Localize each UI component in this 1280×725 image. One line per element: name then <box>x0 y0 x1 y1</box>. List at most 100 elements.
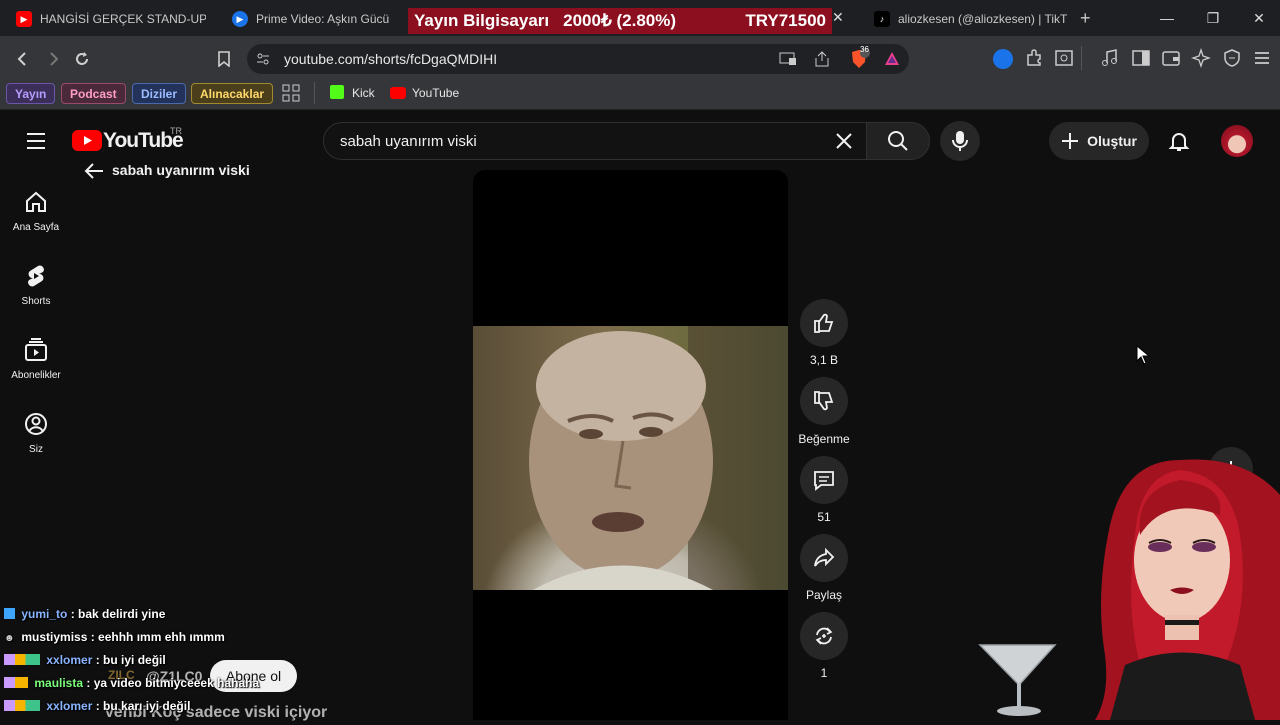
bookmark-folder[interactable]: Diziler <box>132 83 187 104</box>
remix-count: 1 <box>820 666 828 680</box>
shields-count-badge: 36 <box>860 45 869 54</box>
chat-badge-icon <box>4 654 40 665</box>
create-button[interactable]: Oluştur <box>1049 122 1149 160</box>
home-icon <box>26 191 46 212</box>
cast-icon[interactable] <box>779 51 797 67</box>
url-text[interactable]: youtube.com/shorts/fcDgaQMDIHI <box>284 51 497 67</box>
search-query-label[interactable]: sabah uyanırım viski <box>112 162 250 178</box>
bookmark-kick[interactable]: Kick <box>352 86 375 100</box>
address-bar[interactable]: youtube.com/shorts/fcDgaQMDIHI 36 <box>247 44 909 74</box>
remix-button[interactable] <box>800 612 848 660</box>
chat-message: xxlomer : bu iyi değil <box>4 653 166 667</box>
minimize-icon[interactable]: — <box>1144 8 1190 28</box>
like-count: 3,1 B <box>809 353 839 367</box>
hamburger-menu-icon[interactable] <box>26 132 46 150</box>
chat-badge-icon <box>4 677 28 688</box>
thumbs-up-icon <box>814 313 834 333</box>
bookmarks-divider <box>314 82 315 104</box>
new-tab-icon[interactable]: + <box>1080 8 1100 28</box>
chat-badge-icon <box>4 700 40 711</box>
like-button[interactable] <box>800 299 848 347</box>
forward-icon[interactable] <box>42 48 64 70</box>
menu-icon[interactable] <box>1252 48 1272 68</box>
share-arrow-icon <box>814 547 835 567</box>
shazam-extension-icon[interactable] <box>993 49 1013 69</box>
leo-ai-icon[interactable] <box>1190 47 1212 69</box>
vpn-icon[interactable] <box>1222 48 1242 68</box>
bookmark-youtube[interactable]: YouTube <box>412 86 459 100</box>
chat-username: xxlomer <box>46 653 93 667</box>
close-tab-icon[interactable]: ✕ <box>832 9 848 29</box>
clear-search-icon[interactable] <box>834 131 854 151</box>
chat-badge-icon: ☻ <box>4 633 15 644</box>
share-page-icon[interactable] <box>813 50 831 68</box>
comment-count: 51 <box>817 510 831 524</box>
restore-icon[interactable]: ❐ <box>1190 8 1236 28</box>
wallet-icon[interactable] <box>1161 48 1181 68</box>
tab-title: HANGİSİ GERÇEK STAND-UP K <box>40 12 206 26</box>
youtube-favicon-icon: ▶ <box>16 11 32 27</box>
reload-icon[interactable] <box>71 48 93 70</box>
video-frame[interactable] <box>473 326 788 590</box>
browser-tab[interactable]: ▶ HANGİSİ GERÇEK STAND-UP K <box>6 6 206 32</box>
dislike-button[interactable] <box>800 377 848 425</box>
chat-text: : eehhh ımm ehh ımmm <box>90 630 225 644</box>
chat-message: yumi_to : bak delirdi yine <box>4 607 165 621</box>
chat-message: ☻ mustiymiss : eehhh ımm ehh ımmm <box>4 630 225 644</box>
chat-text: : bu iyi değil <box>95 653 166 667</box>
thumbs-down-icon <box>814 391 834 411</box>
back-icon[interactable] <box>12 48 34 70</box>
remix-icon <box>815 627 833 645</box>
browser-tab[interactable]: ▶ Prime Video: Aşkın Gücü <box>222 6 397 32</box>
sidebar-item-home[interactable]: Ana Sayfa <box>4 190 68 260</box>
brave-rewards-icon[interactable] <box>883 50 901 68</box>
tiktok-favicon-icon: ♪ <box>874 11 890 27</box>
chat-username: xxlomer <box>46 699 93 713</box>
browser-tab[interactable]: ♪ aliozkesen (@aliozkesen) | TikT <box>864 6 1070 32</box>
extensions-icon[interactable] <box>1024 48 1044 68</box>
sidebar-toggle-icon[interactable] <box>1131 48 1151 68</box>
subscriptions-icon <box>25 338 47 361</box>
share-label: Paylaş <box>805 588 843 602</box>
close-window-icon[interactable]: ✕ <box>1236 8 1280 28</box>
tab-title: Prime Video: Aşkın Gücü <box>256 12 390 26</box>
sidebar-item-label: Abonelikler <box>11 370 61 381</box>
tab-search-icon[interactable] <box>1054 48 1074 68</box>
sidebar-item-you[interactable]: Siz <box>4 412 68 482</box>
sidebar-item-subscriptions[interactable]: Abonelikler <box>4 338 68 408</box>
mouse-cursor-icon <box>1136 344 1151 365</box>
sidebar-item-shorts[interactable]: Shorts <box>4 264 68 334</box>
media-music-icon[interactable] <box>1100 48 1120 68</box>
bookmark-folder[interactable]: Yayın <box>6 83 56 104</box>
avatar[interactable] <box>1221 125 1253 157</box>
search-button[interactable] <box>866 122 930 160</box>
chat-username: maulista <box>34 676 84 690</box>
site-settings-icon[interactable] <box>255 51 271 67</box>
search-box[interactable]: sabah uyanırım viski <box>323 122 868 160</box>
prime-video-favicon-icon: ▶ <box>232 11 248 27</box>
dislike-label: Beğenme <box>798 432 850 446</box>
toolbar-divider <box>1081 46 1082 70</box>
sidebar-item-label: Ana Sayfa <box>12 222 60 233</box>
bookmark-folder[interactable]: Podcast <box>61 83 126 104</box>
chat-badge-icon <box>4 608 15 619</box>
chat-text: : bak delirdi yine <box>70 607 166 621</box>
notifications-bell-icon[interactable] <box>1168 130 1190 152</box>
share-button[interactable] <box>800 534 848 582</box>
voice-search-button[interactable] <box>940 121 980 161</box>
plus-icon <box>1062 133 1079 149</box>
back-arrow-icon[interactable] <box>84 162 104 180</box>
bookmark-folder[interactable]: Alınacaklar <box>191 83 274 104</box>
shorts-icon <box>28 265 44 287</box>
you-icon <box>25 413 47 435</box>
search-input[interactable]: sabah uyanırım viski <box>340 133 477 150</box>
chat-message: xxlomer : bu karı iyi değil <box>4 699 190 713</box>
comments-button[interactable] <box>800 456 848 504</box>
sidebar-item-label: Siz <box>29 444 43 455</box>
region-code: TR <box>170 126 182 136</box>
comment-icon <box>814 471 834 491</box>
youtube-logo-icon[interactable] <box>72 130 102 151</box>
bookmark-icon[interactable] <box>213 48 235 70</box>
apps-grid-icon[interactable] <box>282 84 300 102</box>
donation-progress: 2000₺ (2.80%) <box>563 11 677 30</box>
